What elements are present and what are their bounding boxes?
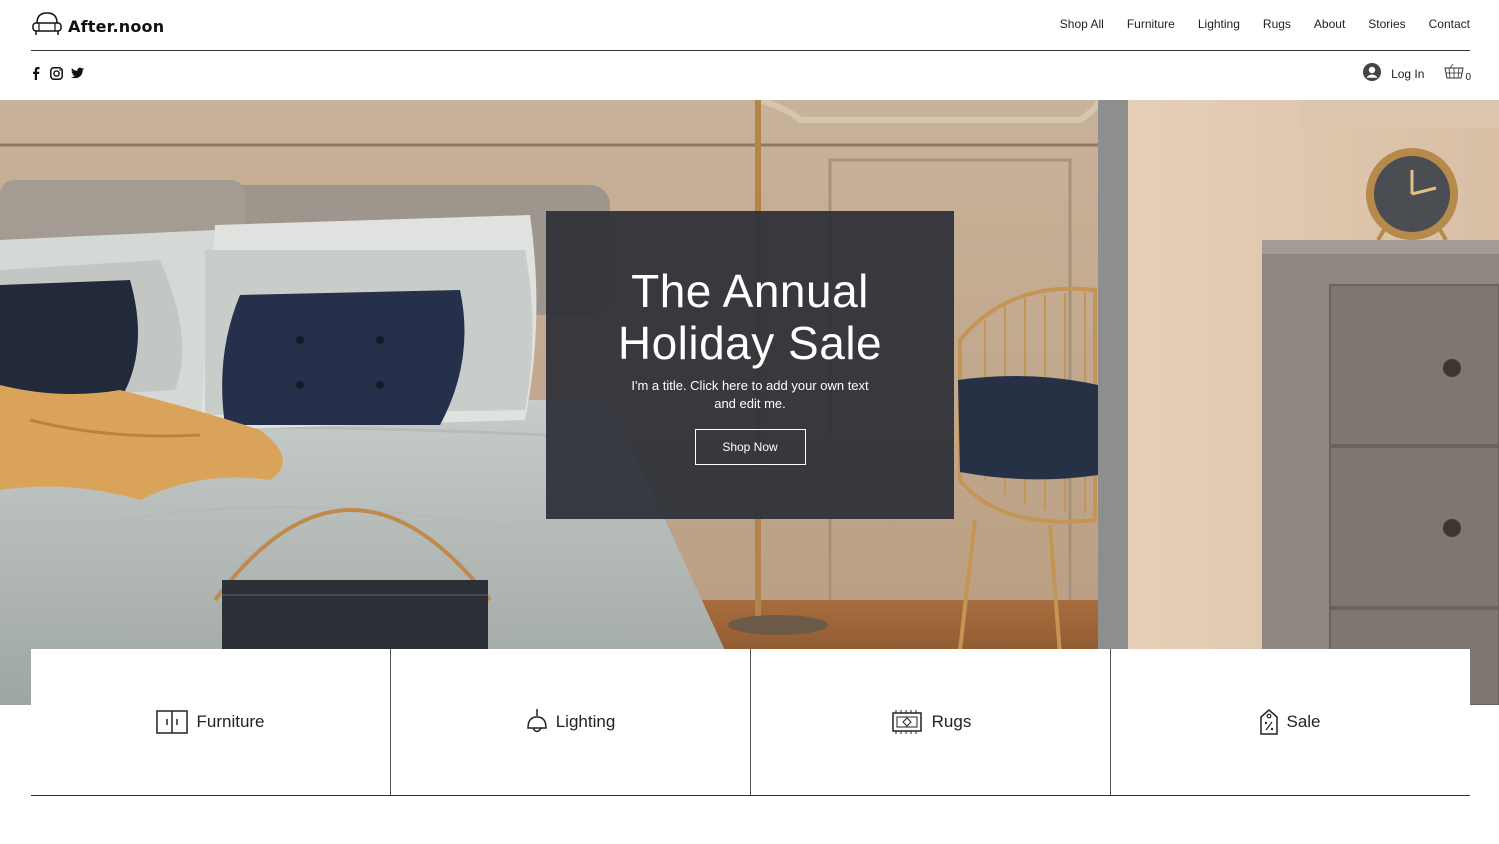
- user-avatar-icon: [1363, 63, 1382, 84]
- login-button[interactable]: Log In: [1363, 63, 1424, 84]
- hero-banner: The Annual Holiday Sale I'm a title. Cli…: [0, 100, 1499, 705]
- category-strip: Furniture Lighting Rugs Sale: [31, 649, 1470, 796]
- nav-contact[interactable]: Contact: [1429, 17, 1470, 31]
- header-divider: [31, 50, 1470, 51]
- hero-title: The Annual Holiday Sale: [546, 265, 954, 369]
- category-furniture[interactable]: Furniture: [31, 649, 391, 795]
- nav-rugs[interactable]: Rugs: [1263, 17, 1291, 31]
- category-rugs[interactable]: Rugs: [751, 649, 1111, 795]
- cart-count: 0: [1465, 72, 1471, 83]
- nav-lighting[interactable]: Lighting: [1198, 17, 1240, 31]
- rug-icon: [890, 710, 924, 734]
- hero-promo-card: The Annual Holiday Sale I'm a title. Cli…: [546, 211, 954, 519]
- nav-stories[interactable]: Stories: [1368, 17, 1405, 31]
- brand-logo[interactable]: After.noon: [31, 11, 164, 41]
- site-header: After.noon Shop All Furniture Lighting R…: [0, 0, 1499, 100]
- sofa-icon: [31, 11, 63, 41]
- facebook-icon[interactable]: [29, 66, 42, 80]
- hero-title-line-1: The Annual: [631, 265, 869, 317]
- category-label: Rugs: [931, 712, 972, 731]
- nav-shop-all[interactable]: Shop All: [1060, 17, 1104, 31]
- social-bar: [29, 66, 84, 80]
- instagram-icon[interactable]: [50, 66, 63, 80]
- cabinet-icon: [156, 710, 189, 734]
- category-label: Lighting: [555, 712, 616, 731]
- nav-about[interactable]: About: [1314, 17, 1345, 31]
- twitter-icon[interactable]: [71, 66, 84, 80]
- basket-icon: [1444, 63, 1465, 83]
- hero-subtitle: I'm a title. Click here to add your own …: [631, 378, 869, 411]
- pendant-lamp-icon: [526, 709, 548, 735]
- category-lighting[interactable]: Lighting: [391, 649, 751, 795]
- brand-name: After.noon: [68, 16, 165, 36]
- hero-title-line-2: Holiday Sale: [617, 317, 883, 369]
- price-tag-icon: [1260, 709, 1279, 735]
- main-nav: Shop All Furniture Lighting Rugs About S…: [1060, 17, 1470, 31]
- cart-button[interactable]: 0: [1444, 63, 1471, 83]
- category-label: Sale: [1286, 712, 1321, 731]
- login-label: Log In: [1391, 66, 1425, 81]
- shop-now-button[interactable]: Shop Now: [694, 429, 806, 465]
- nav-furniture[interactable]: Furniture: [1127, 17, 1175, 31]
- account-area: Log In 0: [1363, 63, 1471, 84]
- category-label: Furniture: [196, 712, 265, 731]
- category-sale[interactable]: Sale: [1111, 649, 1470, 795]
